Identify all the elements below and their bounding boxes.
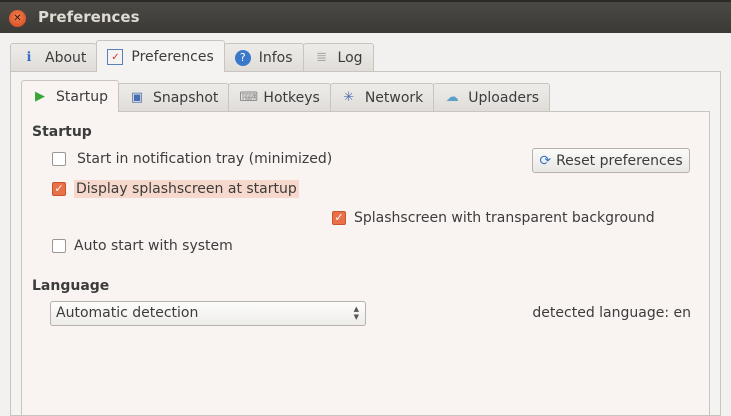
tab-label: Infos (258, 49, 293, 66)
splash-checkbox[interactable]: ✓ Display splashscreen at startup (52, 180, 299, 198)
tab-uploaders[interactable]: ☁ Uploaders (433, 83, 550, 111)
autostart-checkbox[interactable]: Auto start with system (52, 238, 233, 254)
help-icon: ? (234, 49, 251, 66)
checkbox[interactable] (52, 239, 66, 253)
checkbox-label: Start in notification tray (minimized) (77, 151, 333, 167)
tray-checkbox[interactable]: Start in notification tray (minimized) (52, 151, 332, 167)
tab-label: Preferences (131, 48, 214, 65)
tab-label: Log (337, 49, 363, 66)
language-heading: Language (32, 278, 110, 294)
outer-tab-bar: ℹ About ✓ Preferences ? Infos ≣ Log (10, 40, 374, 72)
checkbox[interactable]: ✓ (332, 211, 346, 225)
log-icon: ≣ (316, 49, 327, 65)
tab-label: About (45, 49, 87, 66)
tab-label: Startup (56, 88, 108, 105)
cloud-upload-icon: ☁ (445, 89, 459, 105)
snapshot-icon: ▣ (130, 89, 144, 105)
spinner-arrows-icon: ▲ ▼ (353, 305, 359, 321)
tab-log[interactable]: ≣ Log (302, 43, 374, 71)
network-icon: ✳ (343, 89, 355, 105)
tab-label: Snapshot (152, 89, 219, 106)
tab-label: Uploaders (468, 89, 539, 106)
play-icon: ▶ (35, 88, 45, 104)
tab-startup[interactable]: ▶ Startup (21, 80, 119, 112)
detected-language: detected language: en (532, 305, 691, 321)
refresh-icon: ⟳ (539, 152, 552, 169)
startup-heading: Startup (32, 124, 92, 140)
key-icon: ⌨ (239, 89, 259, 105)
splash-transparent-checkbox[interactable]: ✓ Splashscreen with transparent backgroun… (332, 210, 655, 226)
checkbox[interactable]: ✓ (52, 182, 66, 196)
title-bar: ✕ Preferences (0, 0, 731, 33)
tab-label: Hotkeys (263, 89, 320, 106)
checklist-icon: ✓ (107, 48, 124, 65)
tab-about[interactable]: ℹ About (10, 43, 98, 71)
tab-hotkeys[interactable]: ⌨ Hotkeys (228, 83, 331, 111)
tab-network[interactable]: ✳ Network (329, 83, 435, 111)
language-select[interactable]: Automatic detection ▲ ▼ (50, 301, 366, 326)
checkbox[interactable] (52, 152, 66, 166)
button-label: Reset preferences (556, 152, 683, 169)
checkbox-label: Display splashscreen at startup (74, 180, 299, 198)
tab-preferences[interactable]: ✓ Preferences (96, 40, 225, 72)
window-title: Preferences (38, 8, 140, 26)
tab-label: Network (364, 89, 424, 106)
inner-tab-bar: ▶ Startup ▣ Snapshot ⌨ Hotkeys ✳ Network ☁ Up… (21, 80, 550, 112)
reset-preferences-button[interactable]: ⟳ Reset preferences (532, 148, 690, 173)
close-button[interactable]: ✕ (9, 10, 26, 27)
info-icon: ℹ (26, 49, 32, 65)
selected-value: Automatic detection (56, 305, 199, 321)
tab-infos[interactable]: ? Infos (223, 43, 304, 71)
checkbox-label: Auto start with system (74, 238, 233, 254)
tab-snapshot[interactable]: ▣ Snapshot (117, 83, 230, 111)
checkbox-label: Splashscreen with transparent background (354, 210, 655, 226)
